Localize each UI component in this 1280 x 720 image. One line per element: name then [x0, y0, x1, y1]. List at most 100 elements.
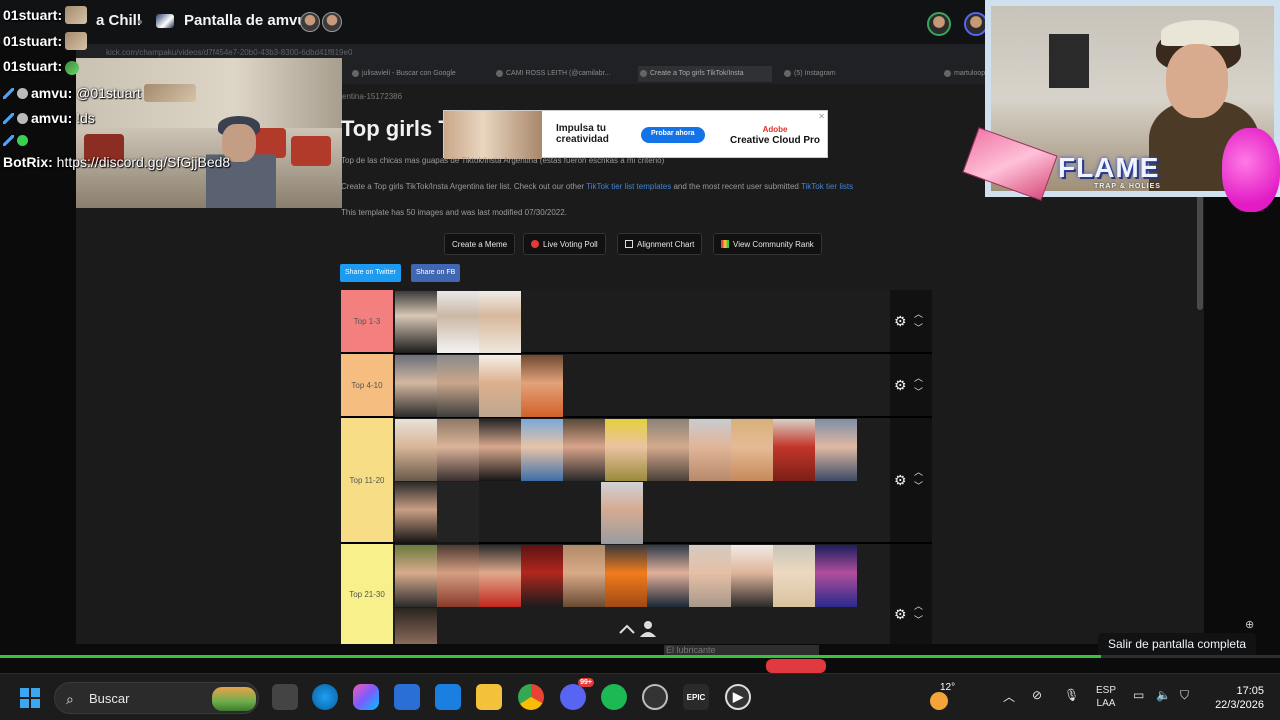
- move-up-icon[interactable]: ︿: [914, 468, 923, 477]
- language-indicator[interactable]: ESP LAA: [1094, 684, 1118, 710]
- discord-icon[interactable]: 99+: [560, 678, 594, 710]
- tier-image[interactable]: [395, 545, 437, 607]
- tier-image[interactable]: [395, 419, 437, 481]
- tier-controls: ⚙ ︿ ﹀: [890, 544, 932, 644]
- tier-items[interactable]: [393, 290, 890, 353]
- tier-image[interactable]: [521, 355, 563, 417]
- tier-image[interactable]: [815, 419, 857, 481]
- page-subtitle: Top de las chicas mas guapas de Tiktok/i…: [341, 156, 665, 165]
- move-up-icon[interactable]: ︿: [914, 602, 923, 611]
- file-explorer-icon[interactable]: [476, 684, 502, 710]
- tiktok-templates-link[interactable]: TikTok tier list templates: [586, 182, 671, 191]
- hidden-icon[interactable]: ⊘: [1032, 688, 1042, 702]
- volume-icon[interactable]: 🔈: [1156, 688, 1171, 702]
- tier-image[interactable]: [437, 355, 479, 417]
- tier-image[interactable]: [773, 545, 815, 607]
- tier-image[interactable]: [647, 419, 689, 481]
- ad-cta-button[interactable]: Probar ahora: [641, 127, 705, 143]
- move-down-icon[interactable]: ﹀: [914, 616, 923, 625]
- tier-image[interactable]: [689, 419, 731, 481]
- tier-image[interactable]: [395, 355, 437, 417]
- emote: [143, 84, 196, 102]
- tier-image[interactable]: [815, 545, 857, 607]
- stream-progress-bar[interactable]: [0, 655, 1280, 658]
- tier-image[interactable]: [395, 291, 437, 353]
- tier-items[interactable]: [393, 354, 890, 417]
- copilot-icon[interactable]: [353, 684, 379, 710]
- live-voting-poll-button[interactable]: Live Voting Poll: [523, 233, 606, 255]
- tier-image[interactable]: [605, 419, 647, 481]
- epic-games-icon[interactable]: EPIC: [683, 684, 709, 710]
- move-down-icon[interactable]: ﹀: [914, 482, 923, 491]
- tier-image[interactable]: [647, 545, 689, 607]
- move-down-icon[interactable]: ﹀: [914, 388, 923, 397]
- taskbar: ⌕ Buscar 99+ EPIC ▶ 12° ︿ ⊘ 🎙 ESP LAA ▭ 🔈…: [0, 673, 1280, 720]
- steam-icon[interactable]: [642, 684, 668, 710]
- tier-image[interactable]: [731, 545, 773, 607]
- media-player-icon[interactable]: ▶: [725, 684, 751, 710]
- network-icon[interactable]: ▭: [1133, 688, 1144, 702]
- gear-icon[interactable]: ⚙: [894, 607, 908, 621]
- tier-image[interactable]: [731, 419, 773, 481]
- exit-fullscreen-tooltip: Salir de pantalla completa: [1098, 633, 1257, 657]
- taskbar-search[interactable]: ⌕ Buscar: [54, 682, 259, 714]
- scroll-top-button[interactable]: [612, 617, 666, 641]
- avatar[interactable]: [300, 12, 320, 32]
- tier-image[interactable]: [479, 355, 521, 417]
- zoom-icon[interactable]: ⊕: [1245, 618, 1254, 631]
- tier-image[interactable]: [689, 545, 731, 607]
- create-meme-button[interactable]: Create a Meme: [444, 233, 516, 255]
- tier-image[interactable]: [563, 545, 605, 607]
- tier-image[interactable]: [437, 419, 479, 481]
- tier-image[interactable]: [437, 291, 479, 353]
- tiktok-tier-lists-link[interactable]: TikTok tier lists: [801, 182, 853, 191]
- browser-tab-active[interactable]: Create a Top girls TikTok/Insta: [638, 66, 772, 82]
- close-icon[interactable]: ✕: [818, 112, 825, 121]
- windows-start-icon[interactable]: [20, 688, 40, 708]
- gear-icon[interactable]: ⚙: [894, 473, 908, 487]
- alignment-chart-button[interactable]: Alignment Chart: [617, 233, 703, 255]
- system-clock[interactable]: 17:05 22/3/2026: [1208, 684, 1264, 712]
- tier-image[interactable]: [521, 545, 563, 607]
- tier-image[interactable]: [395, 608, 437, 644]
- move-down-icon[interactable]: ﹀: [914, 324, 923, 333]
- tray-overflow-icon[interactable]: ︿: [1003, 688, 1015, 705]
- store-icon[interactable]: [394, 684, 420, 710]
- mod-badge-icon: [17, 113, 28, 124]
- tier-image[interactable]: [563, 419, 605, 481]
- tier-image[interactable]: [601, 482, 643, 544]
- tier-image[interactable]: [437, 545, 479, 607]
- browser-tab[interactable]: martuloop: [942, 66, 985, 82]
- share-facebook-button[interactable]: Share on FB: [411, 264, 461, 282]
- tier-image[interactable]: [773, 419, 815, 481]
- tier-image[interactable]: [479, 291, 521, 353]
- community-rank-button[interactable]: View Community Rank: [713, 233, 822, 255]
- share-twitter-button[interactable]: Share on Twitter: [340, 264, 401, 282]
- avatar[interactable]: [322, 12, 342, 32]
- outlook-icon[interactable]: [435, 684, 461, 710]
- tier-image[interactable]: [479, 419, 521, 481]
- chrome-icon[interactable]: [518, 684, 544, 710]
- avatar[interactable]: [927, 12, 951, 36]
- tier-image[interactable]: [605, 545, 647, 607]
- battery-shield-icon[interactable]: ⛉: [1180, 688, 1189, 703]
- chat-message: amvu: !ds: [3, 110, 95, 132]
- task-view-icon[interactable]: [272, 684, 298, 710]
- tier-items[interactable]: [393, 418, 890, 544]
- gear-icon[interactable]: ⚙: [894, 378, 908, 392]
- end-call-button[interactable]: [766, 659, 826, 673]
- spotify-icon[interactable]: [601, 684, 627, 710]
- gear-icon[interactable]: ⚙: [894, 314, 908, 328]
- browser-tab[interactable]: CAMI ROSS LEITH (@camilabr...: [494, 66, 610, 82]
- browser-tab[interactable]: (5) Instagram: [782, 66, 836, 82]
- edge-icon[interactable]: [312, 684, 338, 710]
- tier-image[interactable]: [521, 419, 563, 481]
- tier-image[interactable]: [395, 482, 437, 544]
- tier-image[interactable]: [479, 545, 521, 607]
- move-up-icon[interactable]: ︿: [914, 374, 923, 383]
- browser-tab[interactable]: julisavieli - Buscar con Google: [350, 66, 456, 82]
- ad-banner[interactable]: Impulsa tu creatividad Probar ahora Adobe…: [443, 110, 828, 159]
- microphone-icon[interactable]: 🎙: [1064, 688, 1079, 702]
- move-up-icon[interactable]: ︿: [914, 310, 923, 319]
- weather-widget[interactable]: 12°: [928, 682, 956, 712]
